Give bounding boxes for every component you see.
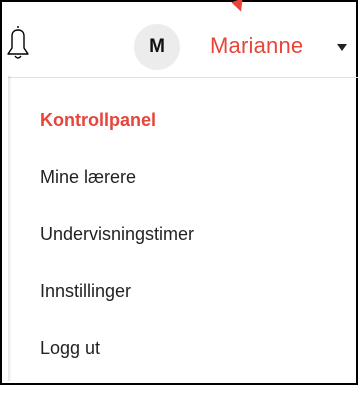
menu-item-logg-ut[interactable]: Logg ut	[40, 338, 194, 395]
menu-shadow	[8, 76, 12, 381]
menu-item-undervisningstimer[interactable]: Undervisningstimer	[40, 224, 194, 281]
bell-icon[interactable]	[4, 24, 32, 62]
menu-item-kontrollpanel[interactable]: Kontrollpanel	[40, 110, 194, 167]
caret-down-icon[interactable]	[337, 44, 347, 51]
avatar[interactable]: M	[134, 24, 180, 70]
avatar-initial: M	[149, 36, 165, 57]
menu-item-innstillinger[interactable]: Innstillinger	[40, 281, 194, 338]
menu-item-mine-laerere[interactable]: Mine lærere	[40, 167, 194, 224]
user-menu-toggle[interactable]: Marianne	[210, 33, 303, 59]
menu-divider	[8, 77, 358, 78]
user-header: M Marianne	[0, 14, 358, 76]
user-dropdown-menu: Kontrollpanel Mine lærere Undervisningst…	[40, 110, 194, 395]
